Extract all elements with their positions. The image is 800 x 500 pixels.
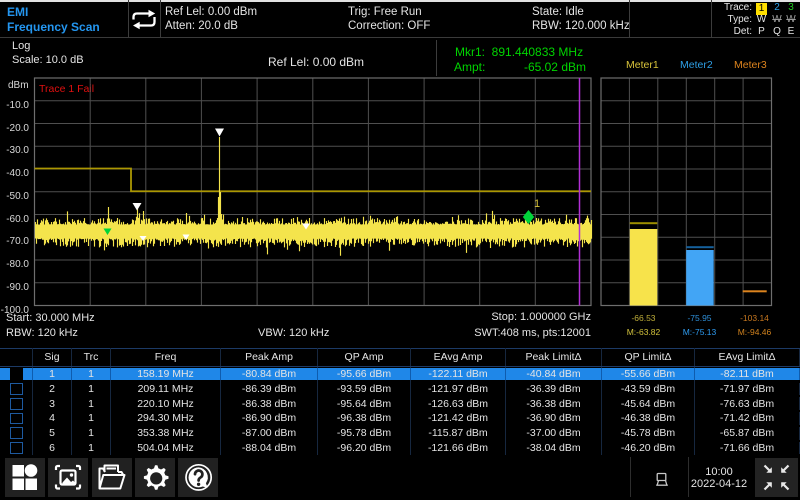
svg-text:1: 1 xyxy=(534,198,540,210)
